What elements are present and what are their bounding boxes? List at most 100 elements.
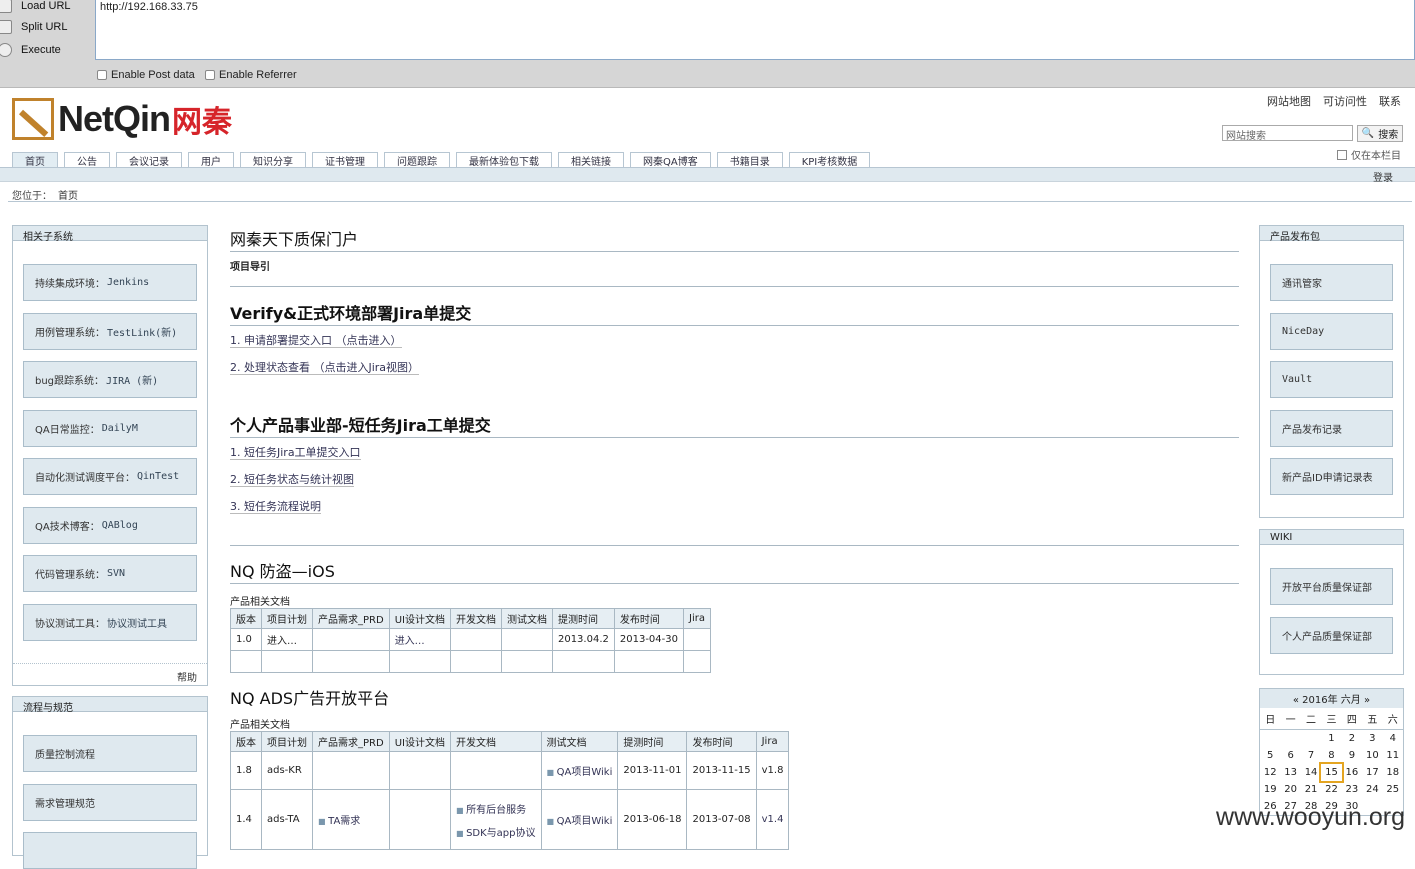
- calendar-day[interactable]: 15: [1319, 762, 1344, 783]
- link-open-platform-wiki[interactable]: 开放平台质量保证部: [1270, 568, 1393, 605]
- scope-checkbox[interactable]: 仅在本栏目: [1337, 147, 1401, 162]
- enable-post-checkbox[interactable]: Enable Post data: [97, 69, 195, 81]
- calendar-day[interactable]: 6: [1280, 747, 1300, 764]
- tab-downloads[interactable]: 最新体验包下载: [456, 152, 552, 168]
- calendar-day[interactable]: 11: [1383, 747, 1403, 764]
- calendar-day[interactable]: 14: [1301, 764, 1321, 781]
- link-more[interactable]: [23, 832, 197, 869]
- sitemap-link[interactable]: 网站地图: [1267, 93, 1311, 109]
- calendar-day[interactable]: 7: [1301, 747, 1321, 764]
- table-cell[interactable]: 所有后台服务SDK与app协议: [449, 789, 542, 850]
- section-title: Verify&正式环境部署Jira单提交: [230, 300, 1239, 326]
- execute-button[interactable]: Execute: [0, 40, 92, 60]
- calendar-day[interactable]: 18: [1383, 764, 1403, 781]
- tab-users[interactable]: 用户: [188, 152, 234, 168]
- search-button[interactable]: 🔍 搜索: [1357, 125, 1403, 142]
- link-jenkins[interactable]: 持续集成环境： Jenkins: [23, 264, 197, 301]
- calendar-day[interactable]: 3: [1362, 730, 1382, 748]
- search-input[interactable]: 网站搜索: [1222, 125, 1353, 142]
- link-jira[interactable]: bug跟踪系统： JIRA (新): [23, 361, 197, 398]
- short-task-flow-link[interactable]: 3. 短任务流程说明: [230, 498, 1239, 514]
- accessibility-link[interactable]: 可访问性: [1323, 93, 1367, 109]
- calendar-day[interactable]: 17: [1362, 764, 1382, 781]
- table-row: [230, 650, 711, 673]
- link-svn[interactable]: 代码管理系统： SVN: [23, 555, 197, 592]
- tab-meetings[interactable]: 会议记录: [116, 152, 182, 168]
- weekday-label: 五: [1362, 708, 1383, 730]
- calendar-day[interactable]: 16: [1342, 764, 1362, 781]
- column-header: 项目计划: [261, 608, 313, 629]
- link-personal-product-wiki[interactable]: 个人产品质量保证部: [1270, 617, 1393, 654]
- calendar-day[interactable]: 21: [1301, 781, 1321, 798]
- help-link[interactable]: 帮助: [177, 669, 197, 684]
- calendar-day[interactable]: 19: [1260, 781, 1280, 798]
- calendar-day[interactable]: 13: [1280, 764, 1300, 781]
- calendar-day: [1301, 730, 1321, 748]
- calendar-day[interactable]: 10: [1362, 747, 1382, 764]
- tab-notice[interactable]: 公告: [64, 152, 110, 168]
- table-cell: 2013-11-15: [686, 751, 757, 790]
- table-cell: [500, 628, 553, 651]
- link-requirements[interactable]: 需求管理规范: [23, 784, 197, 821]
- table-row: 1.4ads-TATA需求所有后台服务SDK与app协议QA项目Wiki2013…: [230, 789, 790, 850]
- link-product-id[interactable]: 新产品ID申请记录表: [1270, 458, 1393, 495]
- link-quality-process[interactable]: 质量控制流程: [23, 735, 197, 772]
- calendar-day[interactable]: 2: [1342, 730, 1362, 748]
- section-title: 个人产品事业部-短任务Jira工单提交: [230, 412, 1239, 438]
- calendar-day[interactable]: 22: [1321, 781, 1341, 798]
- calendar-day[interactable]: 20: [1280, 781, 1300, 798]
- calendar-day[interactable]: 5: [1260, 747, 1280, 764]
- doc-label: 产品相关文档: [230, 720, 290, 731]
- deploy-status-link[interactable]: 2. 处理状态查看 （点击进入Jira视图）: [230, 359, 1239, 375]
- column-header: UI设计文档: [388, 731, 451, 752]
- link-release-log[interactable]: 产品发布记录: [1270, 410, 1393, 447]
- short-task-submit-link[interactable]: 1. 短任务Jira工单提交入口: [230, 444, 1239, 460]
- link-protocol-tool[interactable]: 协议测试工具： 协议测试工具: [23, 604, 197, 641]
- table-cell: [449, 628, 502, 651]
- process-panel: 流程与规范 质量控制流程 需求管理规范: [12, 696, 208, 869]
- calendar-day[interactable]: 9: [1342, 747, 1362, 764]
- link-dailym[interactable]: QA日常监控： DailyM: [23, 410, 197, 447]
- contact-link[interactable]: 联系: [1379, 93, 1401, 109]
- tab-certs[interactable]: 证书管理: [312, 152, 378, 168]
- nav-bar: 登录: [0, 167, 1415, 184]
- tab-links[interactable]: 相关链接: [558, 152, 624, 168]
- table-cell: [683, 628, 711, 651]
- netqin-logo[interactable]: NetQin 网秦: [12, 97, 232, 141]
- tab-books[interactable]: 书籍目录: [716, 152, 783, 168]
- tab-qa-blog[interactable]: 网秦QA博客: [630, 152, 711, 168]
- calendar-day[interactable]: 25: [1383, 781, 1403, 798]
- link-niceday[interactable]: NiceDay: [1270, 313, 1393, 350]
- link-qablog[interactable]: QA技术博客： QABlog: [23, 507, 197, 544]
- calendar-day[interactable]: 4: [1383, 730, 1403, 748]
- url-textarea[interactable]: http://192.168.33.75: [95, 0, 1415, 60]
- deploy-submit-link[interactable]: 1. 申请部署提交入口 （点击进入）: [230, 332, 1239, 348]
- calendar-day[interactable]: 12: [1260, 764, 1280, 781]
- table-row: 1.8ads-KR QA项目Wiki2013-11-012013-11-15v1.…: [230, 751, 790, 790]
- enable-referrer-checkbox[interactable]: Enable Referrer: [205, 69, 297, 81]
- calendar-day[interactable]: 23: [1342, 781, 1362, 798]
- load-url-button[interactable]: Load URL: [0, 0, 92, 16]
- short-task-status-link[interactable]: 2. 短任务状态与统计视图: [230, 471, 1239, 487]
- table-cell[interactable]: QA项目Wiki: [540, 751, 619, 790]
- tab-home[interactable]: 首页: [12, 152, 58, 168]
- calendar-day[interactable]: 24: [1362, 781, 1382, 798]
- link-vault[interactable]: Vault: [1270, 361, 1393, 398]
- link-contacts[interactable]: 通讯管家: [1270, 264, 1393, 301]
- table-cell: [551, 650, 615, 673]
- calendar-day[interactable]: 1: [1321, 730, 1341, 748]
- split-url-button[interactable]: Split URL: [0, 17, 92, 37]
- table-cell[interactable]: QA项目Wiki: [540, 789, 619, 850]
- page-title: 网秦天下质保门户: [230, 226, 1239, 252]
- link-qintest[interactable]: 自动化测试调度平台： QinTest: [23, 458, 197, 495]
- link-testlink[interactable]: 用例管理系统： TestLink(新): [23, 313, 197, 350]
- table-cell[interactable]: TA需求: [312, 789, 390, 850]
- tab-knowledge[interactable]: 知识分享: [240, 152, 306, 168]
- calendar-header[interactable]: « 2016年 六月 »: [1260, 689, 1403, 708]
- login-link[interactable]: 登录: [1373, 169, 1393, 184]
- tab-issues[interactable]: 问题跟踪: [384, 152, 450, 168]
- calendar-day[interactable]: 8: [1321, 747, 1341, 764]
- table-cell: 2013-07-08: [686, 789, 757, 850]
- divider: [8, 201, 1412, 202]
- tab-kpi[interactable]: KPI考核数据: [788, 152, 871, 168]
